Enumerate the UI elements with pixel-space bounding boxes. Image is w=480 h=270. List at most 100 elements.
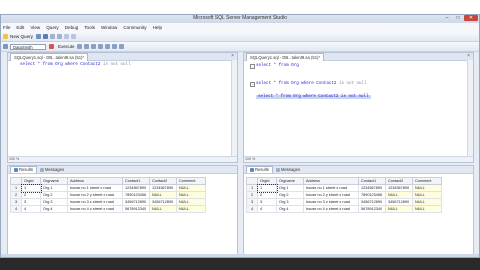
menu-view[interactable]: View [30, 25, 40, 30]
open-icon[interactable] [35, 34, 41, 39]
paste-icon[interactable] [56, 34, 62, 39]
editor-horizontal-scrollbar[interactable]: 100 % [244, 156, 473, 162]
cell[interactable]: 3456712890 [358, 198, 386, 206]
menu-file[interactable]: File [3, 25, 10, 30]
menu-debug[interactable]: Debug [65, 25, 79, 30]
close-tab-icon[interactable]: × [467, 53, 470, 60]
row-number[interactable]: 2 [246, 191, 258, 199]
cell[interactable]: 1234567890 [358, 184, 386, 192]
save-icon[interactable] [42, 34, 48, 39]
cell[interactable]: 3 [257, 198, 277, 206]
cell[interactable]: 5678912340 [122, 205, 150, 213]
cell[interactable]: Org 3 [40, 198, 68, 206]
minimize-button[interactable]: – [442, 15, 452, 21]
parse-icon[interactable] [83, 44, 89, 49]
cell[interactable]: 2 [257, 191, 277, 199]
query-editor-right[interactable]: SQLQuery1.sql - DB...talent9.sa (51)* × … [243, 52, 474, 163]
cell[interactable]: 1234567890 [122, 184, 150, 192]
table-row[interactable]: 2 2 Org 2 house no 2 y street x road 789… [10, 191, 206, 199]
column-header[interactable]: Comment [412, 177, 442, 185]
query-editor-left[interactable]: SQLQuery1.sql - DB...talent9.sa (51)* × … [7, 52, 238, 163]
cell[interactable]: NULL [149, 205, 177, 213]
row-number[interactable]: 2 [10, 191, 22, 199]
cell[interactable]: house no 4 z street x road [303, 205, 359, 213]
cell[interactable]: 7890123456 [122, 191, 150, 199]
column-header[interactable]: OrgId [21, 177, 41, 185]
row-number[interactable]: 1 [10, 184, 22, 192]
column-header[interactable]: Contact2 [385, 177, 413, 185]
row-number[interactable]: 4 [10, 205, 22, 213]
cell[interactable]: house no 3 z street x road [67, 198, 123, 206]
cell[interactable]: NULL [176, 191, 206, 199]
table-row[interactable]: 3 3 Org 3 house no 3 z street x road 345… [246, 198, 442, 206]
debug-icon[interactable] [76, 44, 82, 49]
cell[interactable]: 1234567890 [385, 184, 413, 192]
cell[interactable]: house no 1 street x road [67, 184, 123, 192]
column-header[interactable]: OrgId [257, 177, 277, 185]
indent-icon[interactable] [118, 44, 124, 49]
editor-tab[interactable]: SQLQuery1.sql - DB...talent9.sa (51)* [246, 53, 325, 61]
collapse-icon[interactable]: - [250, 64, 255, 69]
cell[interactable]: Org 4 [40, 205, 68, 213]
execute-button[interactable]: Execute [58, 44, 75, 49]
cell[interactable]: NULL [412, 191, 442, 199]
messages-tab[interactable]: Messages [273, 167, 303, 173]
close-button[interactable]: ✕ [464, 15, 478, 21]
cell[interactable]: 1 [20, 183, 42, 193]
menu-query[interactable]: Query [46, 25, 59, 30]
cell[interactable]: NULL [385, 205, 413, 213]
cell[interactable]: 5678912340 [358, 205, 386, 213]
table-row[interactable]: 4 4 Org 4 house no 4 z street x road 567… [246, 205, 442, 213]
column-header[interactable]: Contact1 [358, 177, 386, 185]
cell[interactable]: 3456712890 [122, 198, 150, 206]
cell[interactable]: 2 [21, 191, 41, 199]
row-number[interactable]: 3 [10, 198, 22, 206]
comment-icon[interactable] [111, 44, 117, 49]
cell[interactable]: Org 2 [276, 191, 304, 199]
cell[interactable]: house no 3 z street x road [303, 198, 359, 206]
results-grid[interactable]: OrgId Orgname Address Contact1 Contact2 … [10, 177, 206, 213]
cell[interactable]: 4 [257, 205, 277, 213]
cell[interactable]: 4 [21, 205, 41, 213]
table-row[interactable]: 1 1 Org 1 house no 1 street x road 12345… [10, 183, 206, 193]
results-grid[interactable]: OrgId Orgname Address Contact1 Contact2 … [246, 177, 442, 213]
cell[interactable]: 3456712890 [149, 198, 177, 206]
cell[interactable]: house no 4 z street x road [67, 205, 123, 213]
new-query-icon[interactable] [3, 34, 8, 39]
row-number[interactable]: 1 [246, 184, 258, 192]
results-to-text-icon[interactable] [104, 44, 110, 49]
collapse-icon[interactable]: - [250, 82, 255, 87]
close-tab-icon[interactable]: × [231, 53, 234, 60]
column-header[interactable]: Orgname [40, 177, 68, 185]
menu-community[interactable]: Community [123, 25, 146, 30]
cell[interactable]: 3456712890 [385, 198, 413, 206]
column-header[interactable]: Contact1 [122, 177, 150, 185]
cell[interactable]: house no 1 street x road [303, 184, 359, 192]
cell[interactable]: NULL [176, 198, 206, 206]
editor-vertical-scrollbar[interactable] [231, 60, 237, 156]
cell[interactable]: 1234567890 [149, 184, 177, 192]
editor-horizontal-scrollbar[interactable]: 100 % [8, 156, 237, 162]
cell[interactable]: Org 3 [276, 198, 304, 206]
editor-tab[interactable]: SQLQuery1.sql - DB...talent9.sa (51)* [10, 53, 89, 61]
column-header[interactable]: Address [303, 177, 359, 185]
cell[interactable]: 3 [21, 198, 41, 206]
column-header[interactable]: Address [67, 177, 123, 185]
editor-vertical-scrollbar[interactable] [467, 60, 473, 156]
column-header[interactable]: Contact2 [149, 177, 177, 185]
cell[interactable]: Org 4 [276, 205, 304, 213]
cell[interactable]: NULL [149, 191, 177, 199]
cell[interactable]: house no 2 y street x road [67, 191, 123, 199]
menu-help[interactable]: Help [153, 25, 162, 30]
plan-icon[interactable] [90, 44, 96, 49]
cell[interactable]: NULL [385, 191, 413, 199]
results-tab[interactable]: Results [246, 166, 273, 173]
row-number[interactable]: 3 [246, 198, 258, 206]
row-number[interactable]: 4 [246, 205, 258, 213]
copy-icon[interactable] [49, 34, 55, 39]
undo-icon[interactable] [63, 34, 69, 39]
cell[interactable]: 7890123456 [358, 191, 386, 199]
database-select[interactable]: DataSmith [10, 43, 46, 50]
cell[interactable]: NULL [176, 184, 206, 192]
menu-tools[interactable]: Tools [84, 25, 95, 30]
